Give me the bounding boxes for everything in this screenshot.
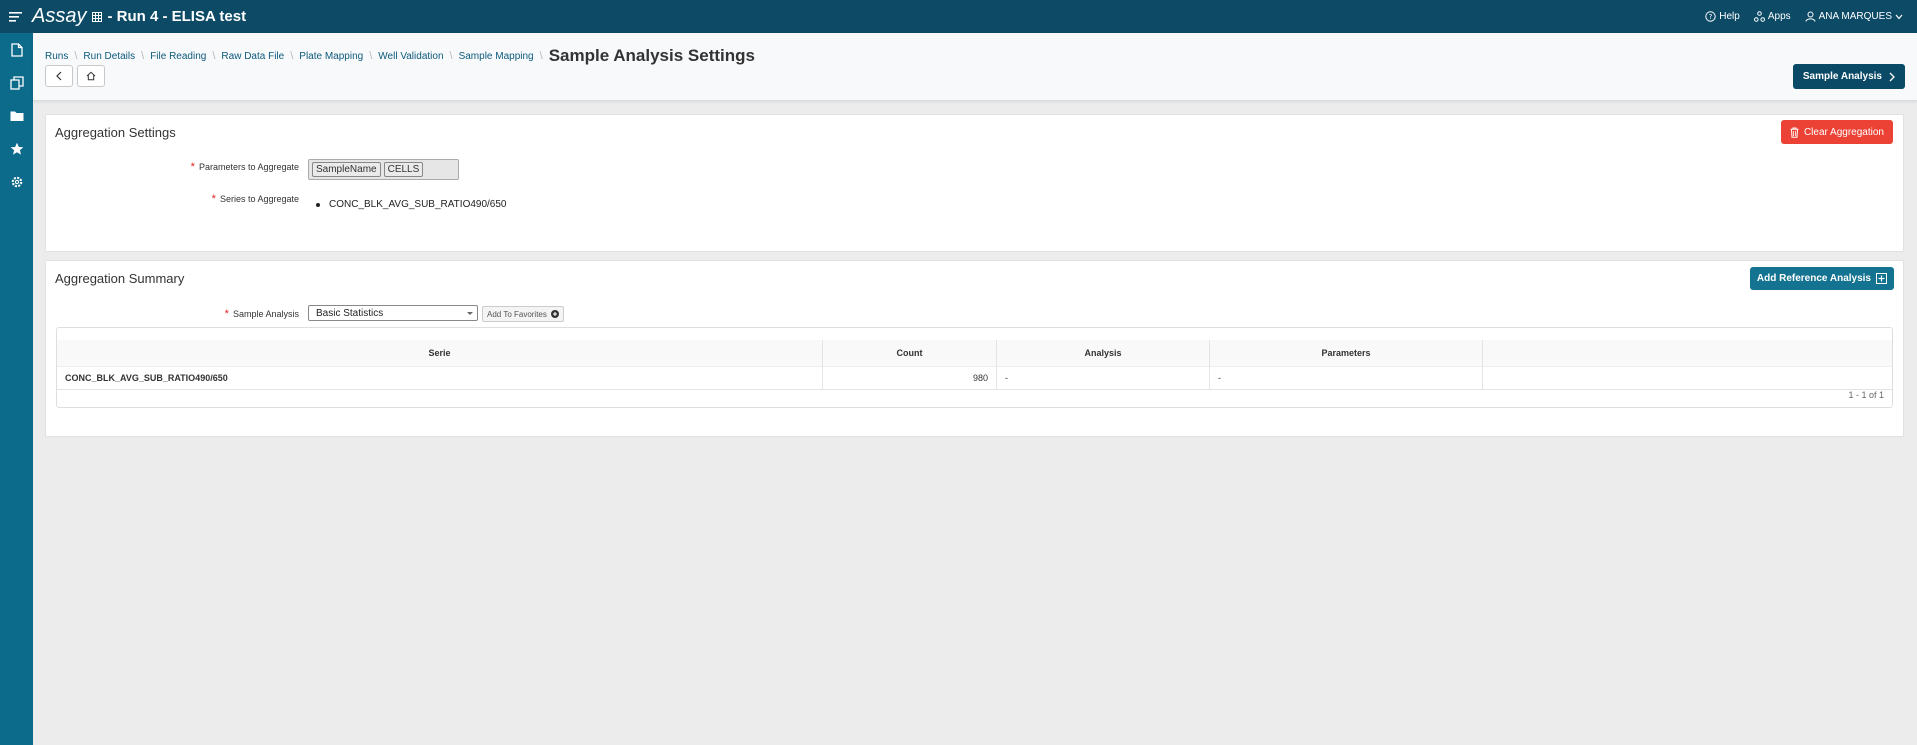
user-menu[interactable]: ANA MARQUES	[1805, 11, 1903, 22]
column-header-parameters[interactable]: Parameters	[1209, 340, 1483, 367]
cell-parameters: -	[1209, 366, 1483, 390]
chevron-right-icon	[1889, 72, 1895, 81]
chevron-down-icon	[1895, 14, 1903, 19]
home-button[interactable]	[77, 65, 105, 87]
sidebar-item-favorites[interactable]	[0, 132, 33, 165]
summary-table-container: Serie Count Analysis Parameters CONC_BLK…	[56, 327, 1893, 408]
series-label: * Series to Aggregate	[211, 193, 299, 205]
sample-analysis-button[interactable]: Sample Analysis	[1792, 64, 1905, 89]
breadcrumb-run-details[interactable]: Run Details	[83, 51, 135, 62]
breadcrumb-runs[interactable]: Runs	[45, 51, 68, 62]
brand-logo[interactable]: Assay	[32, 5, 86, 28]
help-icon: ?	[1705, 11, 1716, 22]
clear-aggregation-label: Clear Aggregation	[1803, 126, 1884, 138]
document-icon	[10, 42, 23, 57]
apps-label: Apps	[1767, 11, 1791, 22]
sample-analysis-button-label: Sample Analysis	[1802, 71, 1882, 82]
star-icon	[10, 142, 23, 155]
help-link[interactable]: ? Help	[1705, 11, 1740, 22]
aggregation-settings-title: Aggregation Settings	[55, 125, 176, 140]
plus-circle-icon	[550, 310, 559, 318]
table-row[interactable]: CONC_BLK_AVG_SUB_RATIO490/650 980 - -	[57, 366, 1892, 390]
aggregation-summary-panel: Aggregation Summary Add Reference Analys…	[45, 260, 1904, 437]
main-content: Runs \ Run Details \ File Reading \ Raw …	[33, 33, 1917, 745]
grid-icon	[92, 11, 103, 22]
breadcrumb-sample-mapping[interactable]: Sample Mapping	[459, 51, 534, 62]
home-icon	[86, 71, 96, 81]
parameter-tag[interactable]: CELLS	[383, 162, 424, 177]
add-to-favorites-label: Add To Favorites	[487, 309, 547, 319]
user-icon	[1805, 11, 1816, 22]
apps-icon	[1753, 11, 1765, 22]
page-title: Sample Analysis Settings	[548, 46, 755, 65]
series-list: CONC_BLK_AVG_SUB_RATIO490/650	[316, 199, 507, 210]
trash-icon	[1790, 127, 1799, 138]
user-name: ANA MARQUES	[1818, 11, 1892, 22]
column-header-count[interactable]: Count	[822, 340, 997, 367]
sample-analysis-select[interactable]: Basic Statistics	[308, 305, 478, 321]
sidebar-item-settings[interactable]	[0, 165, 33, 198]
top-right-menu: ? Help Apps ANA MARQUES	[1691, 11, 1903, 22]
column-header-serie[interactable]: Serie	[57, 340, 823, 367]
column-header-actions	[1482, 340, 1892, 367]
summary-table: Serie Count Analysis Parameters CONC_BLK…	[57, 340, 1892, 390]
nav-buttons	[45, 65, 105, 87]
folder-icon	[10, 111, 23, 121]
apps-link[interactable]: Apps	[1753, 11, 1791, 22]
cell-serie: CONC_BLK_AVG_SUB_RATIO490/650	[57, 366, 823, 390]
gear-icon	[11, 176, 22, 187]
column-header-analysis[interactable]: Analysis	[996, 340, 1210, 367]
aggregation-settings-panel: Aggregation Settings Clear Aggregation *…	[45, 114, 1904, 252]
aggregation-summary-title: Aggregation Summary	[55, 271, 185, 286]
back-button[interactable]	[45, 65, 73, 87]
menu-icon	[8, 11, 22, 22]
sidebar	[0, 33, 33, 745]
svg-text:?: ?	[1709, 13, 1713, 21]
add-reference-analysis-button[interactable]: Add Reference Analysis	[1749, 267, 1894, 290]
parameters-label: * Parameters to Aggregate	[190, 161, 299, 173]
caret-down-icon	[467, 312, 473, 315]
cell-analysis: -	[996, 366, 1210, 390]
sample-analysis-label: * Sample Analysis	[224, 308, 299, 320]
cell-actions	[1482, 366, 1892, 390]
run-title: - Run 4 - ELISA test	[107, 8, 247, 25]
parameter-tag[interactable]: SampleName	[312, 162, 381, 177]
add-to-favorites-button[interactable]: Add To Favorites	[482, 306, 564, 322]
breadcrumb-file-reading[interactable]: File Reading	[150, 51, 206, 62]
help-label: Help	[1719, 11, 1740, 22]
copy-icon	[9, 75, 24, 90]
clear-aggregation-button[interactable]: Clear Aggregation	[1780, 120, 1893, 144]
sidebar-item-copies[interactable]	[0, 66, 33, 99]
breadcrumb-raw-data-file[interactable]: Raw Data File	[221, 51, 284, 62]
breadcrumb-well-validation[interactable]: Well Validation	[378, 51, 443, 62]
table-header-row: Serie Count Analysis Parameters	[57, 340, 1892, 367]
add-reference-analysis-label: Add Reference Analysis	[1756, 273, 1871, 284]
breadcrumb: Runs \ Run Details \ File Reading \ Raw …	[45, 46, 755, 65]
bullet-icon	[316, 202, 320, 207]
series-item: CONC_BLK_AVG_SUB_RATIO490/650	[329, 199, 507, 210]
chevron-left-icon	[56, 71, 62, 81]
plus-square-icon	[1876, 273, 1887, 284]
sample-analysis-value: Basic Statistics	[316, 307, 384, 319]
menu-toggle-button[interactable]	[0, 0, 30, 33]
top-bar: Assay - Run 4 - ELISA test ? Help Apps A…	[0, 0, 1917, 33]
page-header: Runs \ Run Details \ File Reading \ Raw …	[33, 33, 1917, 101]
sidebar-item-folders[interactable]	[0, 99, 33, 132]
cell-count: 980	[822, 366, 997, 390]
sidebar-item-documents[interactable]	[0, 33, 33, 66]
parameters-input[interactable]: SampleName CELLS	[308, 159, 459, 180]
pagination-info: 1 - 1 of 1	[1848, 390, 1884, 400]
breadcrumb-plate-mapping[interactable]: Plate Mapping	[299, 51, 363, 62]
